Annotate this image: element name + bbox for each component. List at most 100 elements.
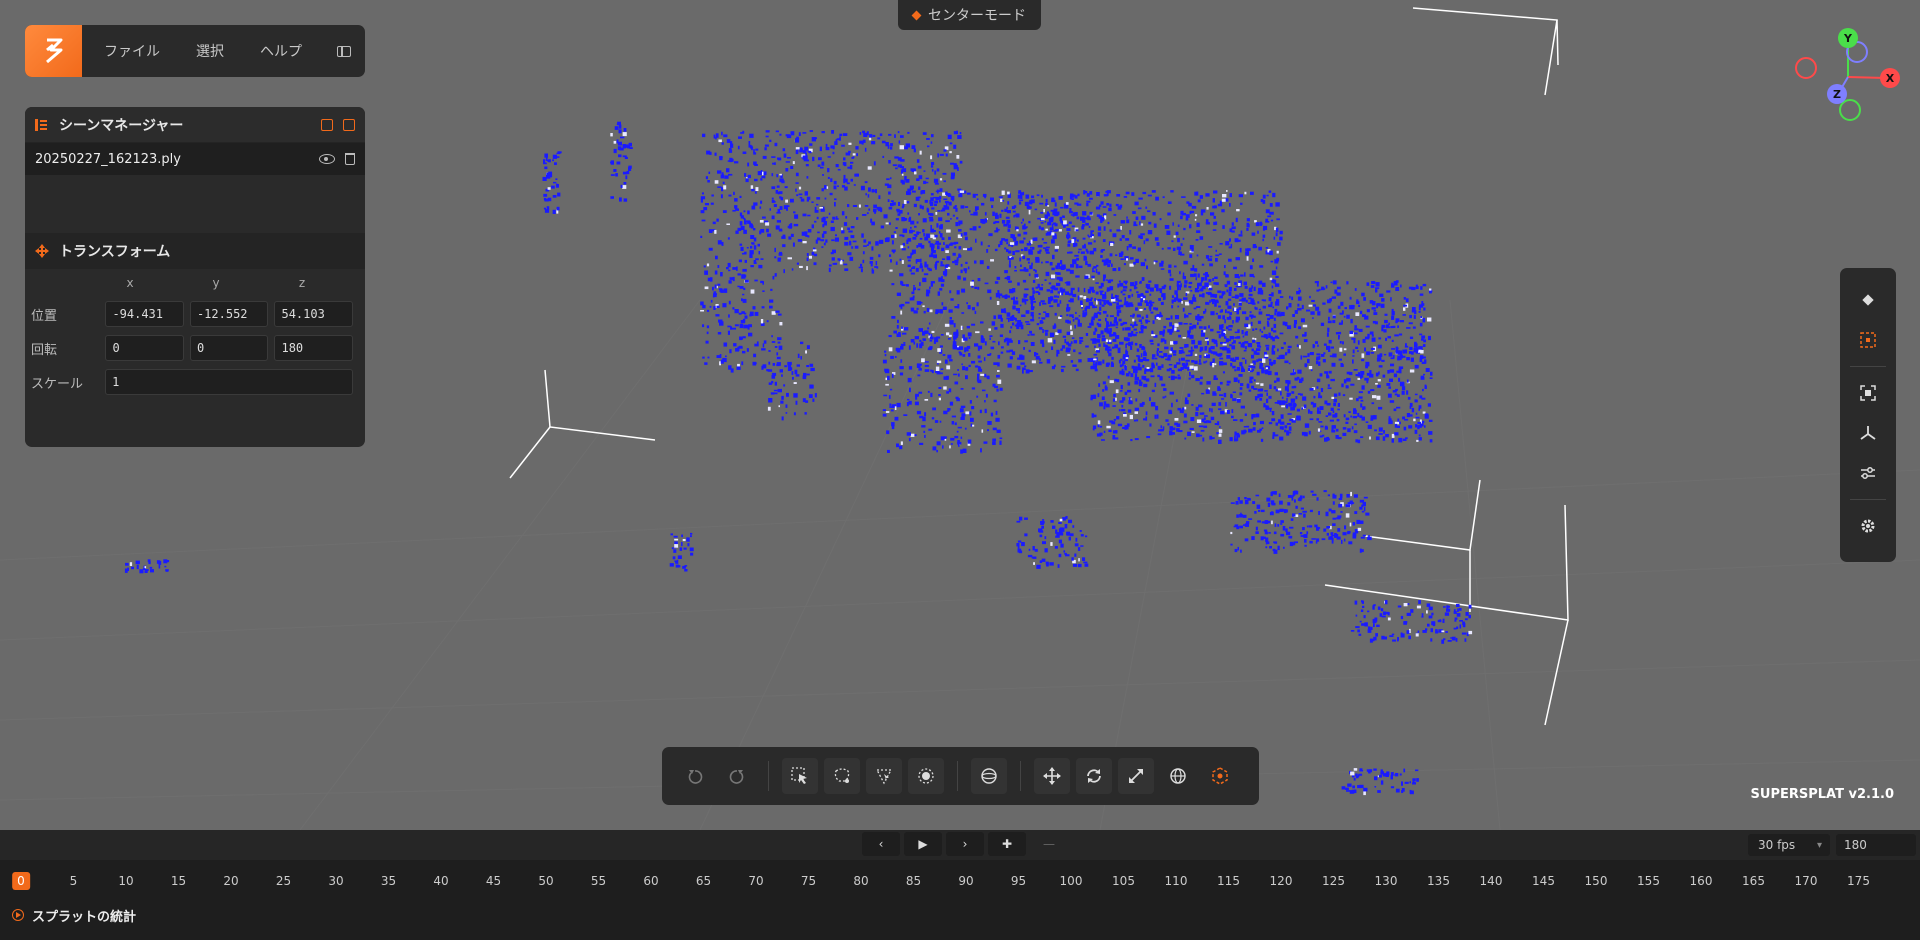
timeline-tick[interactable]: 160 <box>1690 874 1713 888</box>
sphere-select-button[interactable] <box>908 758 944 794</box>
scene-file-item[interactable]: 20250227_162123.ply <box>25 143 365 175</box>
scale-button[interactable] <box>1118 758 1154 794</box>
timeline-ruler[interactable]: 0 5 10 15 20 25 30 35 40 45 50 55 60 65 70 75 80 85 90 95 10… <box>0 860 1920 902</box>
menu-select[interactable]: 選択 <box>178 41 242 61</box>
rotation-z-input[interactable]: 180 <box>274 335 353 361</box>
bounding-box-button[interactable] <box>1850 322 1886 358</box>
axis-x-label: x <box>126 276 134 290</box>
position-row: 位置 -94.431 -12.552 54.103 <box>25 297 365 331</box>
rect-select-button[interactable] <box>782 758 818 794</box>
timeline-tick[interactable]: 140 <box>1480 874 1503 888</box>
play-button[interactable]: ▶ <box>904 832 942 856</box>
scale-input[interactable]: 1 <box>105 369 353 395</box>
prev-frame-button[interactable]: ‹ <box>862 832 900 856</box>
pivot-button[interactable] <box>1202 758 1238 794</box>
scene-manager-header: シーンマネージャー <box>25 107 365 143</box>
gear-icon <box>1861 519 1875 533</box>
timeline-tick[interactable]: 110 <box>1165 874 1188 888</box>
timeline-tick[interactable]: 10 <box>118 874 133 888</box>
view-gizmo[interactable]: Y X Z <box>1788 22 1908 132</box>
timeline-tick[interactable]: 70 <box>748 874 763 888</box>
timeline-tick[interactable]: 20 <box>223 874 238 888</box>
fps-select[interactable]: 30 fps <box>1748 834 1830 856</box>
lasso-select-button[interactable] <box>824 758 860 794</box>
delete-icon[interactable] <box>345 153 355 165</box>
timeline-tick[interactable]: 120 <box>1270 874 1293 888</box>
rotation-x-input[interactable]: 0 <box>105 335 184 361</box>
frame-selection-button[interactable] <box>1850 375 1886 411</box>
rect-select-icon <box>791 767 807 784</box>
splat-stats-toggle[interactable]: スプラットの統計 <box>0 902 1920 928</box>
menu-help[interactable]: ヘルプ <box>242 41 320 61</box>
timeline-tick[interactable]: 130 <box>1375 874 1398 888</box>
timeline-tick[interactable]: 15 <box>171 874 186 888</box>
translate-button[interactable] <box>1034 758 1070 794</box>
timeline-tick[interactable]: 60 <box>643 874 658 888</box>
timeline-tick[interactable]: 5 <box>70 874 78 888</box>
timeline-tick[interactable]: 165 <box>1742 874 1765 888</box>
rotation-y-input[interactable]: 0 <box>189 335 269 361</box>
next-frame-button[interactable]: › <box>946 832 984 856</box>
timeline-tick[interactable]: 55 <box>591 874 606 888</box>
import-icon[interactable] <box>321 118 333 131</box>
timeline-tick[interactable]: 25 <box>276 874 291 888</box>
scale-label: スケール <box>31 376 84 392</box>
bottom-toolbar <box>662 747 1259 805</box>
position-y-input[interactable]: -12.552 <box>189 301 269 327</box>
timeline-tick[interactable]: 30 <box>328 874 343 888</box>
timeline-tick[interactable]: 0 <box>12 872 30 890</box>
timeline-tick[interactable]: 95 <box>1011 874 1026 888</box>
timeline-tick[interactable]: 40 <box>433 874 448 888</box>
supersplat-logo[interactable] <box>25 25 82 77</box>
export-icon[interactable] <box>343 118 355 131</box>
timeline-tick[interactable]: 50 <box>538 874 553 888</box>
undo-button[interactable] <box>677 758 713 794</box>
remove-keyframe-button[interactable]: — <box>1030 832 1068 856</box>
menu-file[interactable]: ファイル <box>82 41 178 61</box>
timeline-tick[interactable]: 45 <box>486 874 501 888</box>
axes-button[interactable] <box>1850 415 1886 451</box>
collapse-panel-icon[interactable] <box>337 45 351 57</box>
position-z-input[interactable]: 54.103 <box>274 301 353 327</box>
color-adjust-button[interactable] <box>1850 455 1886 491</box>
center-mode-indicator[interactable]: センターモード <box>898 0 1041 30</box>
app-version: SUPERSPLAT v2.1.0 <box>1750 787 1894 802</box>
timeline-tick[interactable]: 145 <box>1532 874 1555 888</box>
frame-count-input[interactable]: 180 <box>1836 834 1916 856</box>
timeline-tick[interactable]: 170 <box>1795 874 1818 888</box>
axis-header-row: x y z <box>25 269 365 297</box>
timeline-tick[interactable]: 105 <box>1112 874 1135 888</box>
timeline-tick[interactable]: 155 <box>1637 874 1660 888</box>
polygon-icon <box>875 769 893 785</box>
view-mode-button[interactable] <box>1850 282 1886 318</box>
timeline-tick[interactable]: 85 <box>906 874 921 888</box>
sphere-icon <box>981 768 997 784</box>
timeline-tick[interactable]: 175 <box>1847 874 1870 888</box>
neg-y-handle[interactable] <box>1839 99 1861 121</box>
bound-select-icon <box>1860 332 1876 348</box>
top-menubar: ファイル 選択 ヘルプ <box>25 25 365 77</box>
timeline-tick[interactable]: 100 <box>1060 874 1083 888</box>
timeline-tick[interactable]: 115 <box>1217 874 1240 888</box>
timeline-tick[interactable]: 135 <box>1427 874 1450 888</box>
timeline-tick[interactable]: 125 <box>1322 874 1345 888</box>
redo-button[interactable] <box>719 758 755 794</box>
expand-icon <box>12 909 24 921</box>
polygon-select-button[interactable] <box>866 758 902 794</box>
world-space-button[interactable] <box>1160 758 1196 794</box>
timeline-tick[interactable]: 35 <box>381 874 396 888</box>
neg-x-handle[interactable] <box>1795 57 1817 79</box>
timeline-tick[interactable]: 90 <box>958 874 973 888</box>
rotate-button[interactable] <box>1076 758 1112 794</box>
timeline-tick[interactable]: 150 <box>1585 874 1608 888</box>
timeline-tick[interactable]: 75 <box>801 874 816 888</box>
position-x-input[interactable]: -94.431 <box>105 301 184 327</box>
measure-button[interactable] <box>971 758 1007 794</box>
settings-button[interactable] <box>1850 508 1886 544</box>
add-keyframe-button[interactable]: ✚ <box>988 832 1026 856</box>
scene-list-empty <box>25 175 365 233</box>
timeline-tick[interactable]: 65 <box>696 874 711 888</box>
pivot-icon <box>1212 767 1228 785</box>
visibility-icon[interactable] <box>319 154 335 164</box>
timeline-tick[interactable]: 80 <box>853 874 868 888</box>
